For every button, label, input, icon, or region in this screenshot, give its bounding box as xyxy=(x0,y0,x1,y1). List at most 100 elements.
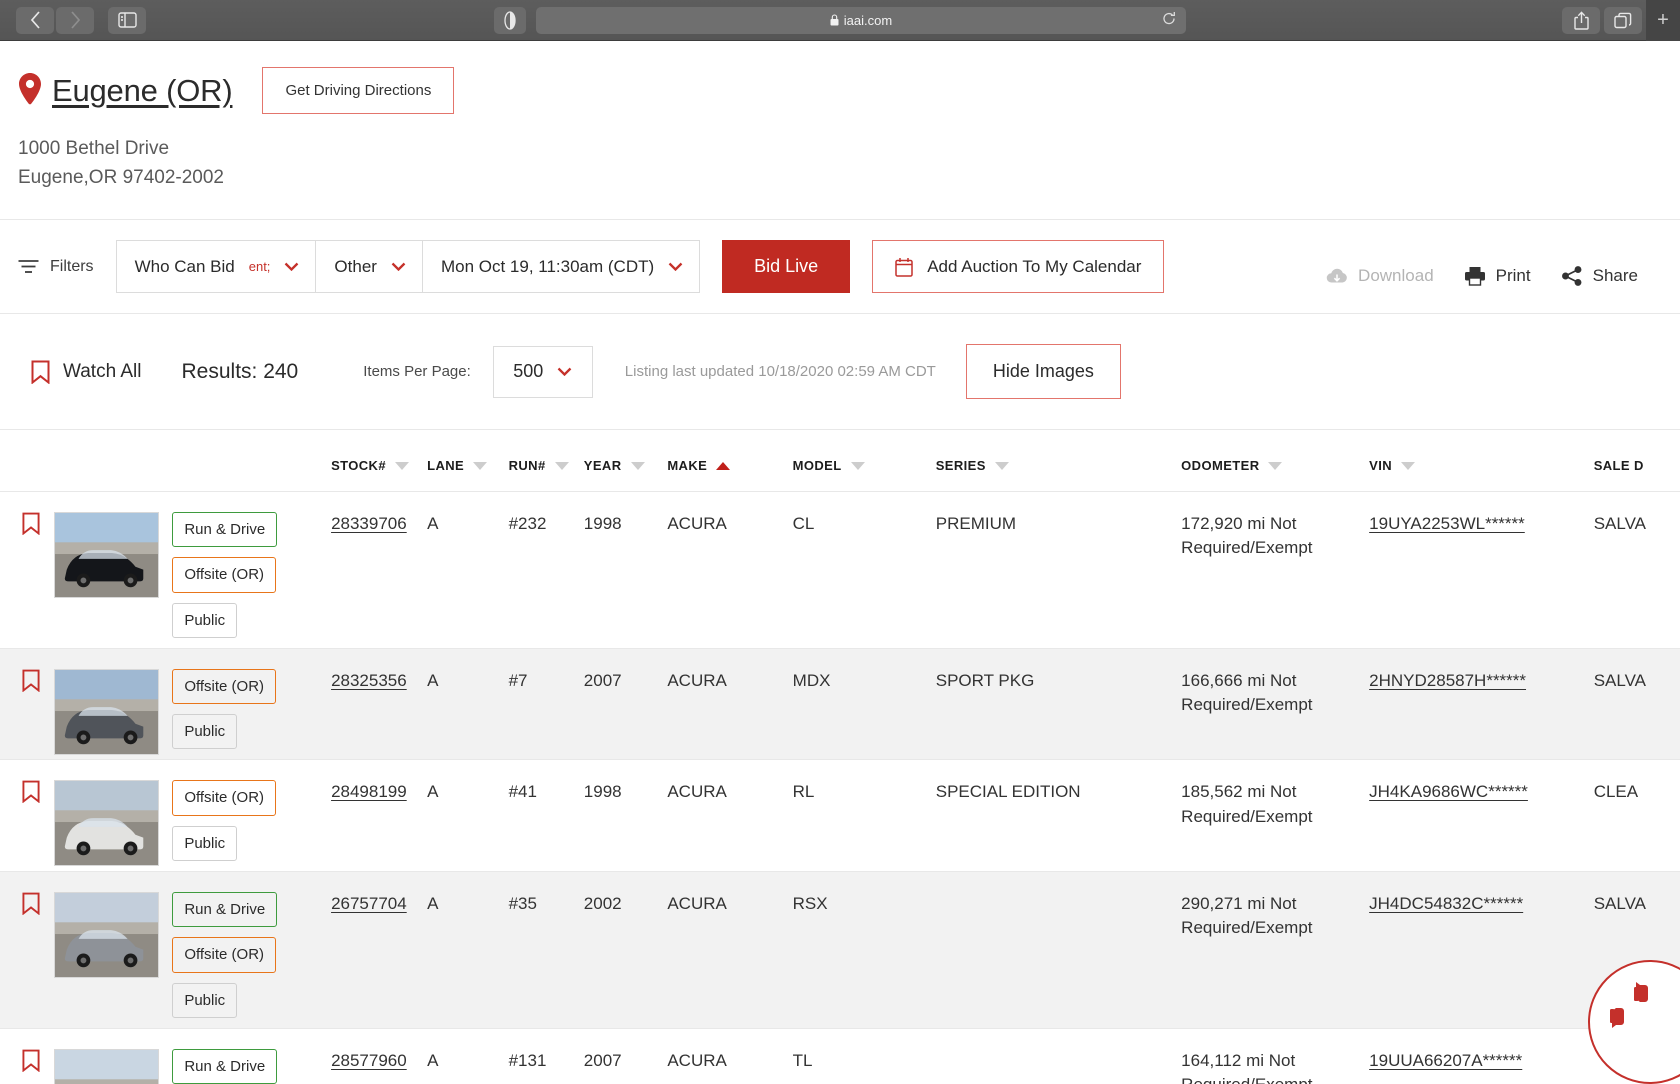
who-can-bid-select[interactable]: Who Can Bid ent; xyxy=(116,240,316,293)
bookmark-icon[interactable] xyxy=(22,520,40,539)
last-updated-text: Listing last updated 10/18/2020 02:59 AM… xyxy=(625,363,936,380)
vehicle-badge[interactable]: Public xyxy=(172,603,237,638)
share-button[interactable]: Share xyxy=(1561,266,1638,286)
vehicle-badge[interactable]: Run & Drive xyxy=(172,512,277,547)
stock-number-link[interactable]: 28577960 xyxy=(331,1051,407,1070)
auction-datetime-select[interactable]: Mon Oct 19, 11:30am (CDT) xyxy=(422,240,700,293)
tabs-overview-button[interactable] xyxy=(1604,7,1642,34)
row-watch-cell xyxy=(0,648,54,760)
vin-link[interactable]: JH4DC54832C****** xyxy=(1369,894,1523,913)
printer-icon xyxy=(1464,266,1486,286)
location-name[interactable]: Eugene (OR) xyxy=(52,73,232,109)
bookmark-icon[interactable] xyxy=(22,788,40,807)
row-thumbnail-cell[interactable] xyxy=(54,648,172,760)
row-year-cell: 2007 xyxy=(584,648,668,760)
who-can-bid-value: Who Can Bid xyxy=(135,257,235,277)
stock-number-link[interactable]: 28498199 xyxy=(331,782,407,801)
vehicle-thumbnail[interactable] xyxy=(54,1049,159,1084)
back-button[interactable] xyxy=(16,7,54,34)
bookmark-icon[interactable] xyxy=(22,1057,40,1076)
row-thumbnail-cell[interactable] xyxy=(54,492,172,649)
row-make-cell: ACURA xyxy=(667,872,792,1029)
table-row[interactable]: Run & DriveOffsite (OR) 28577960 A #131 … xyxy=(0,1028,1680,1084)
vehicle-badge[interactable]: Offsite (OR) xyxy=(172,780,276,815)
th-run[interactable]: RUN# xyxy=(509,430,584,492)
vin-link[interactable]: JH4KA9686WC****** xyxy=(1369,782,1528,801)
th-vin[interactable]: VIN xyxy=(1369,430,1594,492)
other-filter-select[interactable]: Other xyxy=(315,240,422,293)
get-driving-directions-button[interactable]: Get Driving Directions xyxy=(262,67,454,114)
vin-link[interactable]: 19UYA2253WL****** xyxy=(1369,514,1525,533)
vehicle-badge[interactable]: Public xyxy=(172,983,237,1018)
stock-number-link[interactable]: 28325356 xyxy=(331,671,407,690)
vehicle-badge[interactable]: Public xyxy=(172,714,237,749)
row-stock-cell: 28325356 xyxy=(331,648,427,760)
th-series[interactable]: SERIES xyxy=(936,430,1181,492)
row-thumbnail-cell[interactable] xyxy=(54,760,172,872)
row-odometer-cell: 172,920 mi Not Required/Exempt xyxy=(1181,492,1369,649)
items-per-page-select[interactable]: 500 xyxy=(493,346,593,398)
row-odometer-cell: 166,666 mi Not Required/Exempt xyxy=(1181,648,1369,760)
reader-view-button[interactable] xyxy=(494,7,526,34)
page-content: Eugene (OR) Get Driving Directions 1000 … xyxy=(0,41,1680,1084)
vehicle-badge[interactable]: Public xyxy=(172,826,237,861)
th-year[interactable]: YEAR xyxy=(584,430,668,492)
th-vin-label: VIN xyxy=(1369,458,1392,473)
bookmark-icon[interactable] xyxy=(22,677,40,696)
table-row[interactable]: Run & Drive Offsite (OR) Public 26757704 A… xyxy=(0,872,1680,1029)
vehicle-thumbnail[interactable] xyxy=(54,669,159,755)
th-model[interactable]: MODEL xyxy=(793,430,936,492)
forward-button[interactable] xyxy=(56,7,94,34)
vin-link[interactable]: 2HNYD28587H****** xyxy=(1369,671,1526,690)
new-tab-button[interactable]: + xyxy=(1646,0,1680,41)
share-button[interactable] xyxy=(1562,7,1600,34)
sidebar-toggle-button[interactable] xyxy=(108,7,146,34)
print-button[interactable]: Print xyxy=(1464,266,1531,286)
vehicle-badge[interactable]: Run & Drive xyxy=(172,892,277,927)
vehicle-badge[interactable]: Offsite (OR) xyxy=(172,557,276,592)
row-thumbnail-cell[interactable] xyxy=(54,872,172,1029)
add-auction-to-calendar-button[interactable]: Add Auction To My Calendar xyxy=(872,240,1164,293)
reload-button[interactable] xyxy=(1162,11,1176,29)
vehicle-badge[interactable]: Offsite (OR) xyxy=(172,937,276,972)
vin-link[interactable]: 19UUA66207A****** xyxy=(1369,1051,1522,1070)
hide-images-button[interactable]: Hide Images xyxy=(966,344,1121,399)
th-stock[interactable]: STOCK# xyxy=(331,430,427,492)
vehicle-badge[interactable]: Offsite (OR) xyxy=(172,669,276,704)
row-stock-cell: 28577960 xyxy=(331,1028,427,1084)
th-odometer[interactable]: ODOMETER xyxy=(1181,430,1369,492)
th-lane[interactable]: LANE xyxy=(427,430,508,492)
bookmark-icon[interactable] xyxy=(22,900,40,919)
stock-number-link[interactable]: 26757704 xyxy=(331,894,407,913)
table-header: STOCK# LANE RUN# YEAR MAKE MODEL SERIES … xyxy=(0,430,1680,492)
vehicle-thumbnail[interactable] xyxy=(54,780,159,866)
download-button[interactable]: Download xyxy=(1326,266,1434,286)
listing-table: STOCK# LANE RUN# YEAR MAKE MODEL SERIES … xyxy=(0,430,1680,1084)
row-thumbnail-cell[interactable] xyxy=(54,1028,172,1084)
sort-descending-icon xyxy=(1401,462,1415,470)
vehicle-badge[interactable]: Run & Drive xyxy=(172,1049,277,1084)
reader-view-icon xyxy=(504,11,516,30)
thumbs-up-down-icon xyxy=(1608,980,1664,1037)
vehicle-thumbnail[interactable] xyxy=(54,892,159,978)
watch-all-button[interactable]: Watch All xyxy=(31,360,142,384)
table-row[interactable]: Run & Drive Offsite (OR) Public 28339706 A… xyxy=(0,492,1680,649)
table-row[interactable]: Offsite (OR)Public 28325356 A #7 2007 AC… xyxy=(0,648,1680,760)
table-row[interactable]: Offsite (OR)Public 28498199 A #41 1998 A… xyxy=(0,760,1680,872)
row-vin-cell: JH4DC54832C****** xyxy=(1369,872,1594,1029)
row-model-cell: TL xyxy=(793,1028,936,1084)
th-stock-label: STOCK# xyxy=(331,458,386,473)
bid-live-button[interactable]: Bid Live xyxy=(722,240,850,293)
vehicle-photo xyxy=(55,893,158,977)
url-field[interactable]: iaai.com xyxy=(536,7,1186,34)
th-saledoc[interactable]: SALE D xyxy=(1594,430,1680,492)
th-make[interactable]: MAKE xyxy=(667,430,792,492)
browser-right-buttons: + xyxy=(1562,0,1672,41)
stock-number-link[interactable]: 28339706 xyxy=(331,514,407,533)
vehicle-thumbnail[interactable] xyxy=(54,512,159,598)
filters-label-group[interactable]: Filters xyxy=(18,258,94,276)
th-badges xyxy=(172,430,331,492)
row-make-cell: ACURA xyxy=(667,492,792,649)
sort-descending-icon xyxy=(1268,462,1282,470)
th-model-label: MODEL xyxy=(793,458,842,473)
